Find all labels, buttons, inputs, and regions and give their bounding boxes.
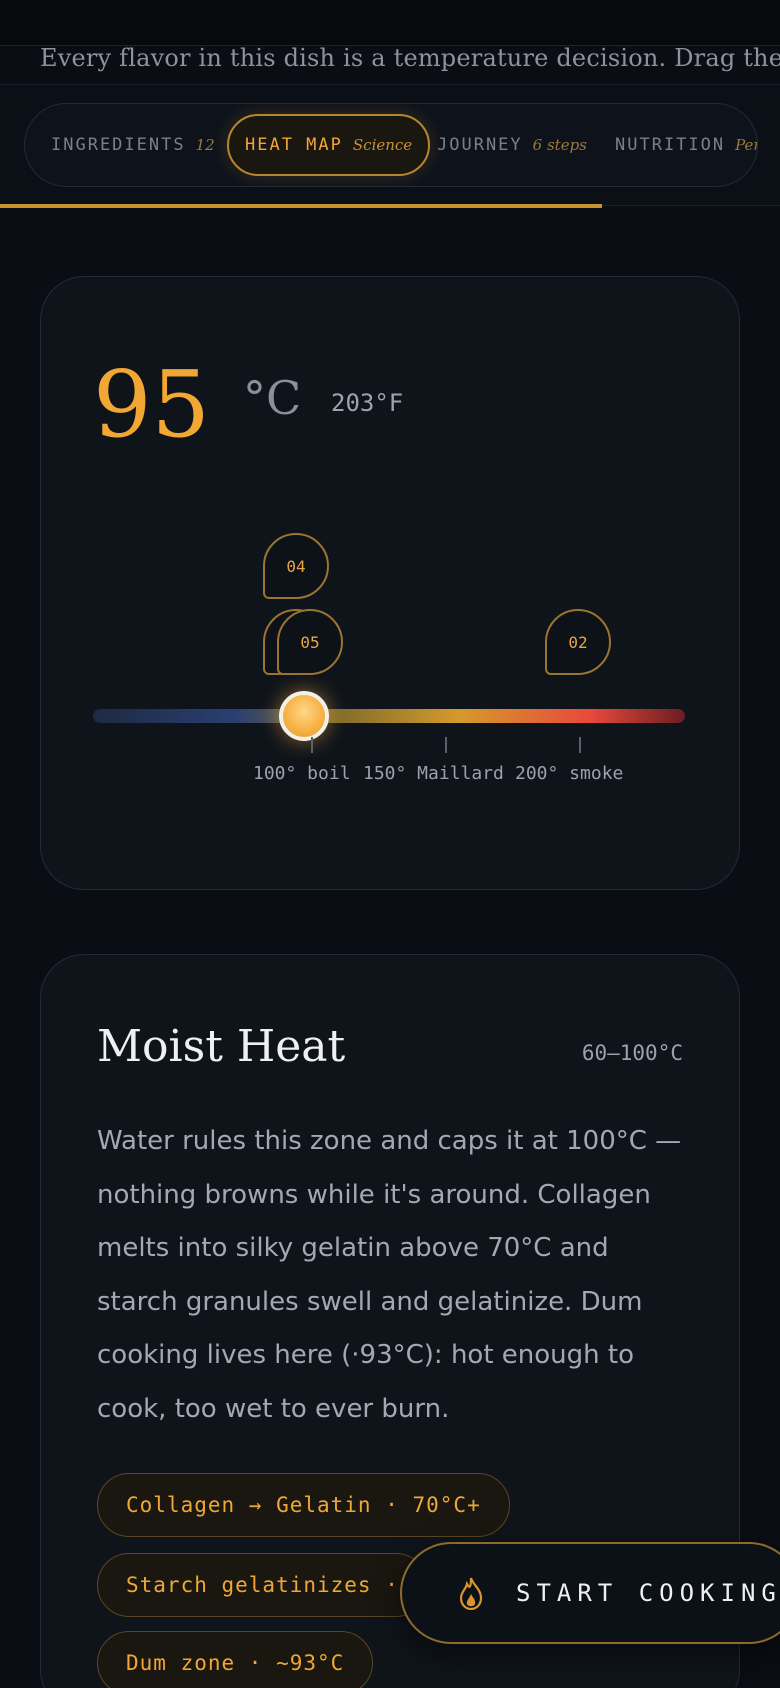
reading-progress-bar: [0, 204, 602, 208]
tab-heat-map[interactable]: HEAT MAP Science: [227, 114, 431, 176]
top-bar: [0, 0, 780, 46]
zone-range: 60–100°C: [581, 1041, 683, 1065]
step-marker[interactable]: 05: [277, 609, 343, 675]
tab-sub: Per serving: [735, 136, 757, 154]
tab-ingredients[interactable]: INGREDIENTS 12: [51, 114, 215, 176]
tab-label: HEAT MAP: [245, 135, 343, 155]
tick-label-smoke: 200° smoke: [515, 763, 624, 784]
tab-journey[interactable]: JOURNEY 6 steps: [437, 114, 587, 176]
zone-title: Moist Heat: [97, 1021, 346, 1072]
heat-map-card: 95 °C 203°F 04 0 05 02 100° boil 150° Ma…: [40, 276, 740, 890]
science-chip: Dum zone · ~93°C: [97, 1631, 374, 1688]
tick-mark: [311, 737, 313, 753]
celsius-unit: °C: [243, 371, 302, 425]
tab-label: NUTRITION: [615, 135, 726, 155]
tick-label-maillard: 150° Maillard: [363, 763, 504, 784]
tab-label: INGREDIENTS: [51, 135, 186, 155]
step-marker[interactable]: 02: [545, 609, 611, 675]
tab-sub: Science: [352, 136, 413, 154]
temperature-slider-handle[interactable]: [279, 691, 329, 741]
tab-label: JOURNEY: [437, 135, 523, 155]
science-chip: Starch gelatinizes ·: [97, 1553, 428, 1617]
temperature-celsius: 95: [93, 351, 211, 458]
tick-mark: [445, 737, 447, 753]
zone-description: Water rules this zone and caps it at 100…: [97, 1126, 682, 1424]
tab-sub: 6 steps: [532, 136, 587, 154]
tabs-bar: INGREDIENTS 12 HEAT MAP Science JOURNEY …: [0, 84, 780, 206]
intro-text: Every flavor in this dish is a temperatu…: [40, 44, 780, 72]
step-marker[interactable]: 04: [263, 533, 329, 599]
start-cooking-button[interactable]: START COOKING: [400, 1542, 780, 1644]
temperature-fahrenheit: 203°F: [331, 389, 404, 417]
start-cooking-label: START COOKING: [516, 1579, 780, 1607]
tab-sub: 12: [195, 136, 215, 154]
tick-mark: [579, 737, 581, 753]
tick-label-boil: 100° boil: [253, 763, 351, 784]
tab-nutrition[interactable]: NUTRITION Per serving: [615, 114, 757, 176]
temperature-slider-track[interactable]: [93, 709, 685, 723]
tab-strip: INGREDIENTS 12 HEAT MAP Science JOURNEY …: [24, 103, 758, 187]
science-chip: Collagen → Gelatin · 70°C+: [97, 1473, 510, 1537]
flame-icon: [459, 1577, 483, 1610]
